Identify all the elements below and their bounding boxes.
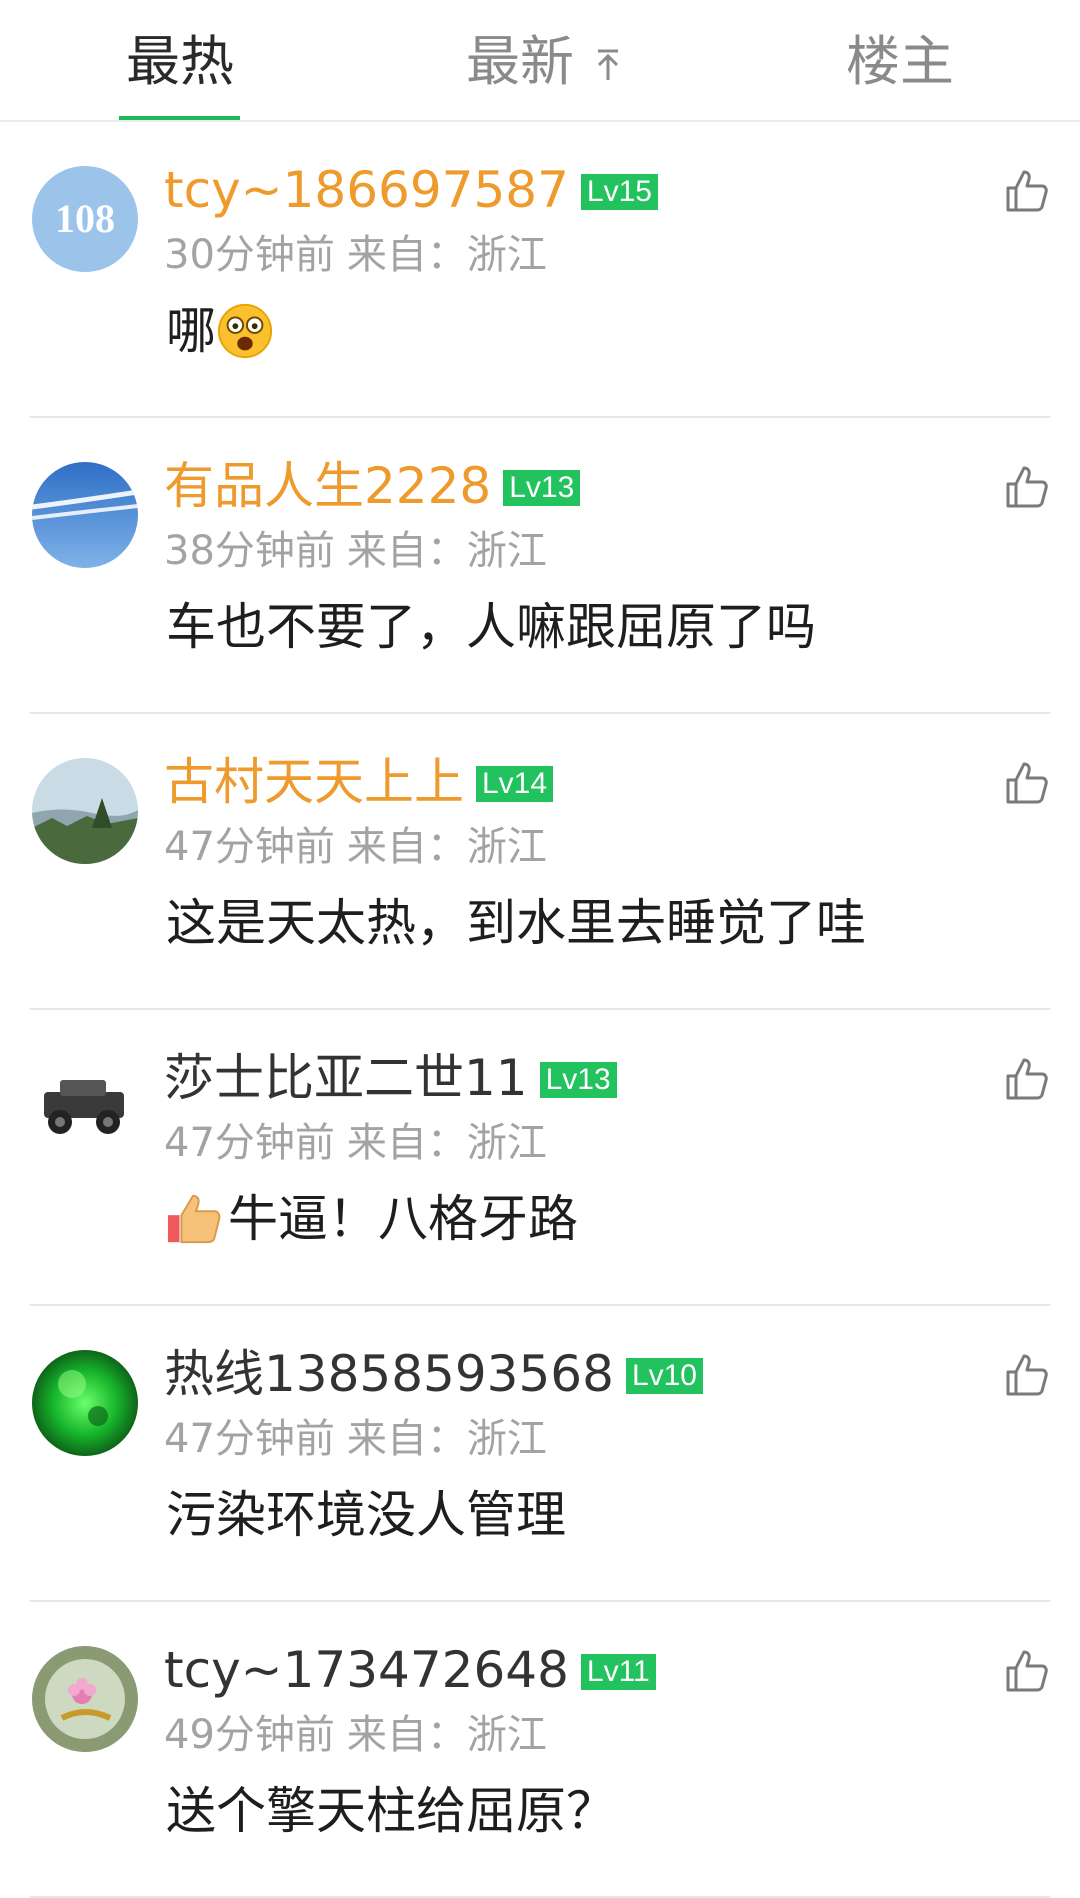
comment-text: 送个擎天柱给屈原？ bbox=[166, 1780, 616, 1842]
comment-body: 送个擎天柱给屈原？ bbox=[166, 1782, 616, 1840]
level-badge: Lv13 bbox=[539, 1062, 617, 1098]
comment-meta: 49分钟前 来自：浙江 bbox=[164, 1710, 547, 1760]
comment-sort-tabs: 最热 最新 楼主 bbox=[0, 0, 1080, 122]
avatar[interactable] bbox=[32, 1350, 138, 1456]
astonished-face-icon bbox=[217, 303, 273, 359]
comment-meta: 47分钟前 来自：浙江 bbox=[164, 1118, 547, 1168]
comment-list: 108 tcy~186697587 Lv15 30分钟前 来自：浙江 哪 有品人… bbox=[0, 122, 1080, 1898]
avatar[interactable] bbox=[32, 1054, 138, 1160]
level-badge: Lv14 bbox=[476, 766, 554, 802]
level-badge: Lv13 bbox=[503, 470, 581, 506]
comment-item: 108 tcy~186697587 Lv15 30分钟前 来自：浙江 哪 bbox=[30, 122, 1050, 418]
thumbs-up-icon bbox=[167, 1194, 221, 1244]
location: 来自：浙江 bbox=[346, 1120, 547, 1166]
username[interactable]: tcy~173472648 bbox=[164, 1640, 569, 1700]
like-icon[interactable] bbox=[1004, 1056, 1050, 1102]
level-badge: Lv10 bbox=[625, 1358, 703, 1394]
comment-meta: 47分钟前 来自：浙江 bbox=[164, 822, 547, 872]
tab-new[interactable]: 最新 bbox=[466, 30, 621, 94]
name-row: 莎士比亚二世11 Lv13 bbox=[164, 1048, 617, 1108]
timestamp: 47分钟前 bbox=[164, 1416, 335, 1462]
timestamp: 49分钟前 bbox=[164, 1712, 335, 1758]
tab-op[interactable]: 楼主 bbox=[846, 30, 954, 94]
comment-item: 莎士比亚二世11 Lv13 47分钟前 来自：浙江 牛逼！八格牙路 bbox=[30, 1010, 1050, 1306]
avatar[interactable]: 108 bbox=[32, 166, 138, 272]
username[interactable]: tcy~186697587 bbox=[164, 160, 569, 220]
sort-arrow-up-icon bbox=[598, 49, 619, 81]
comment-text: 这是天太热，到水里去睡觉了哇 bbox=[166, 892, 866, 954]
location: 来自：浙江 bbox=[346, 232, 547, 278]
username[interactable]: 莎士比亚二世11 bbox=[164, 1048, 528, 1108]
location: 来自：浙江 bbox=[346, 1712, 547, 1758]
comment-item: 热线13858593568 Lv10 47分钟前 来自：浙江 污染环境没人管理 bbox=[30, 1306, 1050, 1602]
comment-meta: 38分钟前 来自：浙江 bbox=[164, 526, 547, 576]
comment-body: 污染环境没人管理 bbox=[166, 1486, 566, 1544]
avatar[interactable] bbox=[32, 758, 138, 864]
name-row: tcy~173472648 Lv11 bbox=[164, 1640, 656, 1700]
timestamp: 47分钟前 bbox=[164, 1120, 335, 1166]
tab-new-label: 最新 bbox=[466, 30, 574, 93]
location: 来自：浙江 bbox=[346, 528, 547, 574]
active-tab-indicator bbox=[119, 116, 240, 120]
comment-meta: 47分钟前 来自：浙江 bbox=[164, 1414, 547, 1464]
comment-body: 牛逼！八格牙路 bbox=[228, 1190, 578, 1248]
username[interactable]: 热线13858593568 bbox=[164, 1344, 614, 1404]
like-icon[interactable] bbox=[1004, 1648, 1050, 1694]
comment-item: 古村天天上上 Lv14 47分钟前 来自：浙江 这是天太热，到水里去睡觉了哇 bbox=[30, 714, 1050, 1010]
name-row: 有品人生2228 Lv13 bbox=[164, 456, 581, 516]
comment-text: 车也不要了，人嘛跟屈原了吗 bbox=[166, 596, 816, 658]
name-row: 热线13858593568 Lv10 bbox=[164, 1344, 703, 1404]
timestamp: 47分钟前 bbox=[164, 824, 335, 870]
like-icon[interactable] bbox=[1004, 464, 1050, 510]
comment-meta: 30分钟前 来自：浙江 bbox=[164, 230, 547, 280]
avatar[interactable] bbox=[32, 462, 138, 568]
name-row: 古村天天上上 Lv14 bbox=[164, 752, 554, 812]
comment-body: 哪 bbox=[166, 302, 216, 360]
comment-text: 污染环境没人管理 bbox=[166, 1484, 566, 1546]
comment-body: 车也不要了，人嘛跟屈原了吗 bbox=[166, 598, 816, 656]
like-icon[interactable] bbox=[1004, 1352, 1050, 1398]
location: 来自：浙江 bbox=[346, 824, 547, 870]
avatar[interactable] bbox=[32, 1646, 138, 1752]
level-badge: Lv15 bbox=[580, 174, 658, 210]
comment-text: 哪 bbox=[166, 300, 274, 362]
tab-hot[interactable]: 最热 bbox=[126, 30, 234, 94]
username[interactable]: 古村天天上上 bbox=[164, 752, 464, 812]
location: 来自：浙江 bbox=[346, 1416, 547, 1462]
comment-body: 这是天太热，到水里去睡觉了哇 bbox=[166, 894, 866, 952]
timestamp: 38分钟前 bbox=[164, 528, 335, 574]
comment-text: 牛逼！八格牙路 bbox=[166, 1188, 578, 1250]
like-icon[interactable] bbox=[1004, 760, 1050, 806]
comment-item: tcy~173472648 Lv11 49分钟前 来自：浙江 送个擎天柱给屈原？ bbox=[30, 1602, 1050, 1898]
name-row: tcy~186697587 Lv15 bbox=[164, 160, 658, 220]
comment-item: 有品人生2228 Lv13 38分钟前 来自：浙江 车也不要了，人嘛跟屈原了吗 bbox=[30, 418, 1050, 714]
username[interactable]: 有品人生2228 bbox=[164, 456, 491, 516]
avatar-text: 108 bbox=[55, 196, 115, 241]
level-badge: Lv11 bbox=[580, 1654, 656, 1690]
timestamp: 30分钟前 bbox=[164, 232, 335, 278]
like-icon[interactable] bbox=[1004, 168, 1050, 214]
